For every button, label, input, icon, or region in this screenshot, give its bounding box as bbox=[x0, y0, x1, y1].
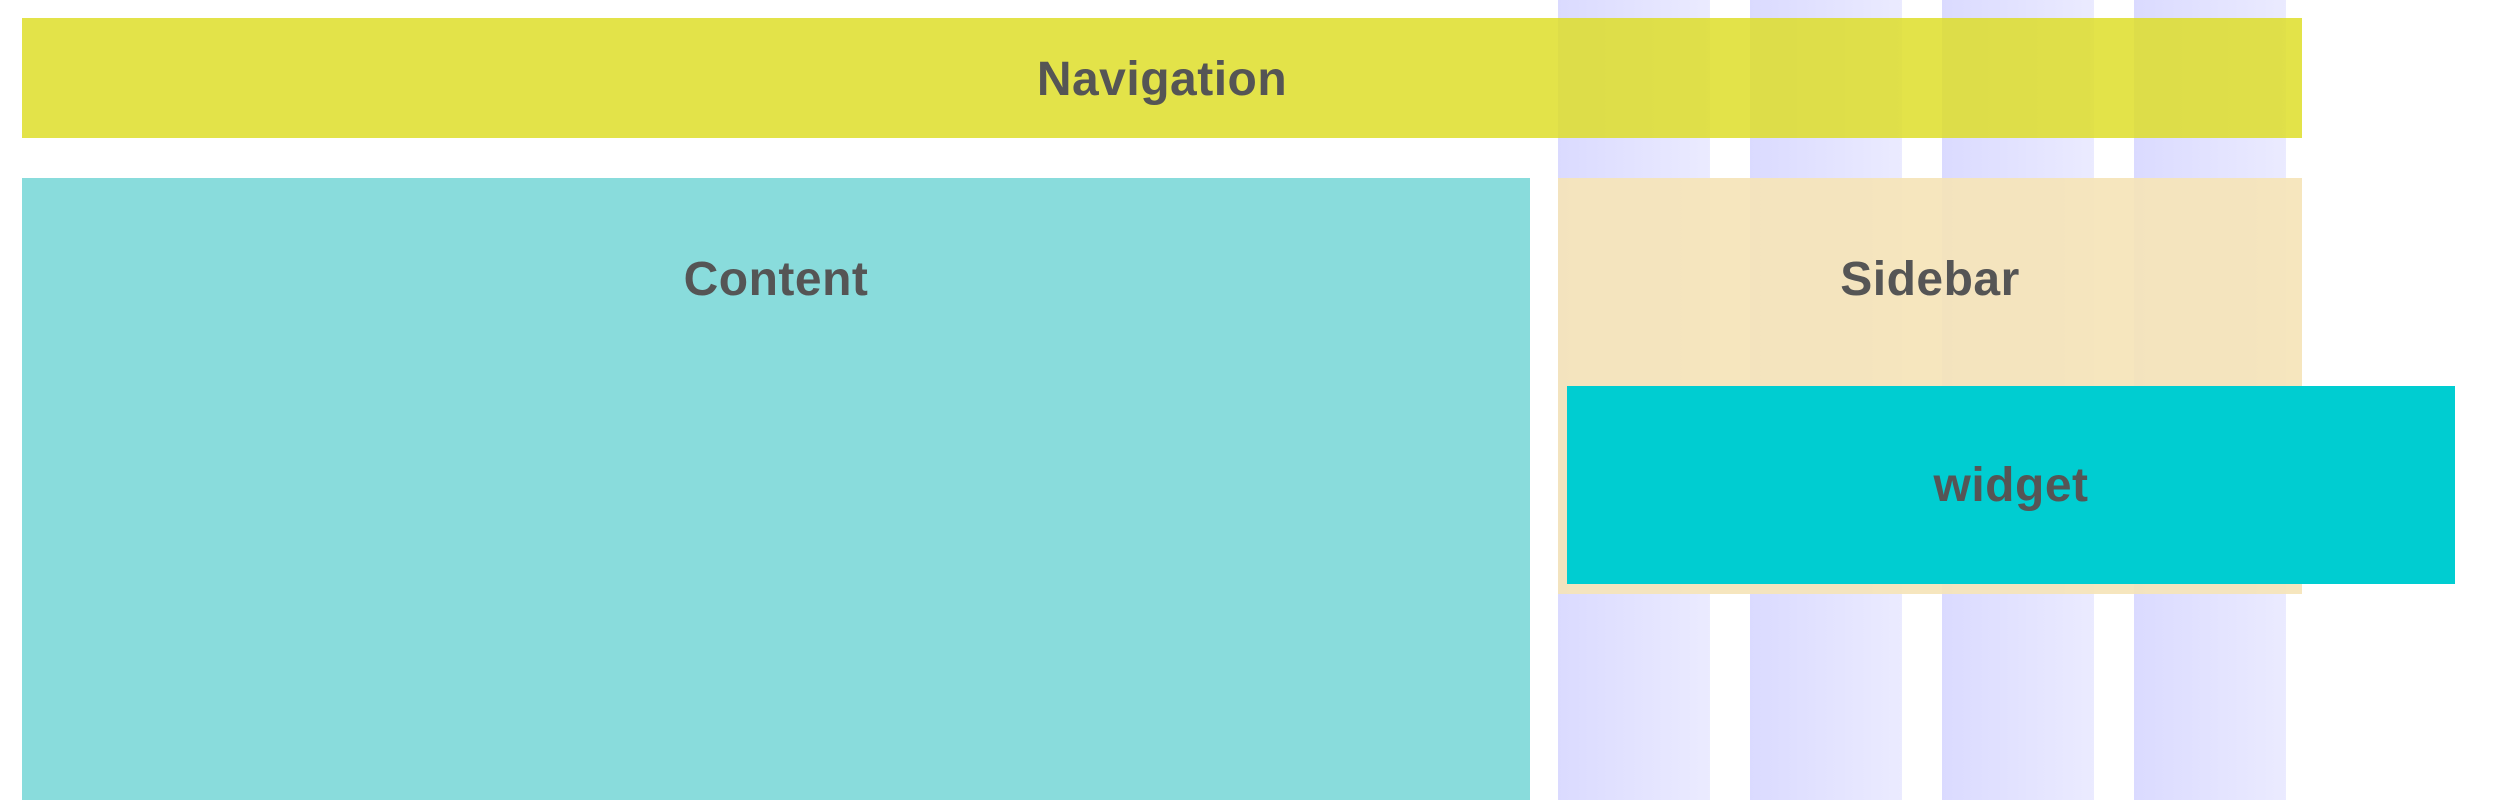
navigation-box: Navigation bbox=[22, 18, 2302, 138]
widget-box: widget bbox=[1567, 386, 2455, 584]
sidebar-label: Sidebar bbox=[1840, 253, 2020, 306]
navigation-label: Navigation bbox=[1036, 53, 1288, 106]
content-box: Content bbox=[22, 178, 1530, 800]
content-label: Content bbox=[683, 253, 869, 306]
widget-label: widget bbox=[1933, 458, 2089, 512]
layout-diagram: Navigation Content Sidebar widget bbox=[0, 0, 2510, 800]
